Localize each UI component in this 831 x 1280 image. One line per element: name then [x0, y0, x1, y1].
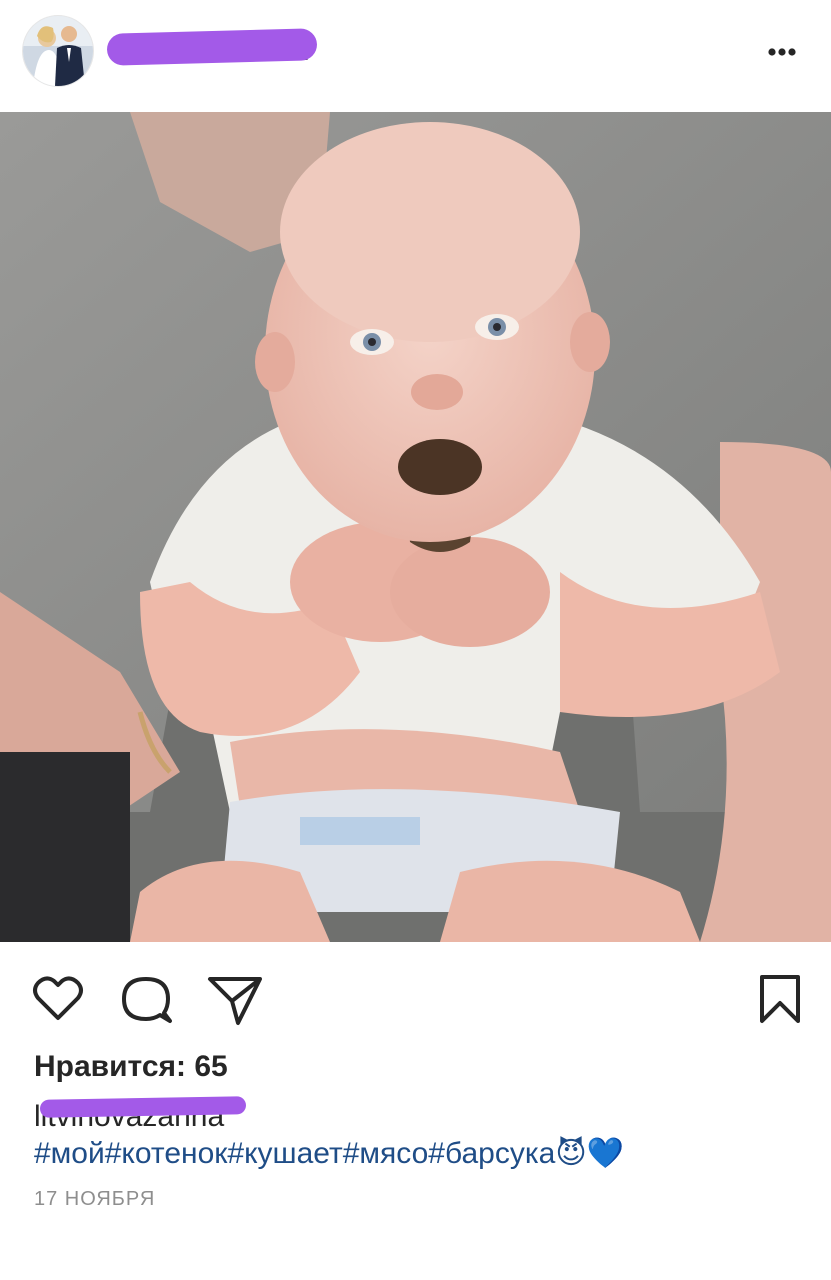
caption-emoji: 😈💙: [555, 1137, 624, 1170]
heart-icon: [33, 976, 83, 1020]
comment-icon: [122, 977, 172, 1023]
avatar-photo: [23, 16, 93, 86]
avatar[interactable]: [23, 16, 93, 86]
caption-hashtags[interactable]: #мой#котенок#кушает#мясо#барсука: [34, 1137, 555, 1170]
save-button[interactable]: [752, 971, 808, 1027]
caption-text: #мой#котенок#кушает#мясо#барсука😈💙: [34, 1136, 624, 1171]
comment-button[interactable]: [118, 971, 174, 1027]
share-icon: [208, 977, 262, 1025]
like-button[interactable]: [30, 971, 86, 1027]
share-button[interactable]: [206, 971, 262, 1027]
more-options-icon: [768, 48, 796, 56]
post-date: 17 НОЯБРЯ: [34, 1188, 156, 1210]
post-photo[interactable]: [0, 112, 831, 942]
bookmark-icon: [760, 975, 800, 1023]
likes-count[interactable]: Нравится: 65: [34, 1050, 228, 1084]
baby-photo-illustration: [0, 112, 831, 942]
post-actions-bar: [0, 955, 831, 1035]
post-header: litvinovazanna: [0, 0, 831, 108]
redaction-mark: [39, 1096, 247, 1118]
redaction-mark: [106, 28, 318, 66]
more-options-button[interactable]: [760, 40, 804, 64]
